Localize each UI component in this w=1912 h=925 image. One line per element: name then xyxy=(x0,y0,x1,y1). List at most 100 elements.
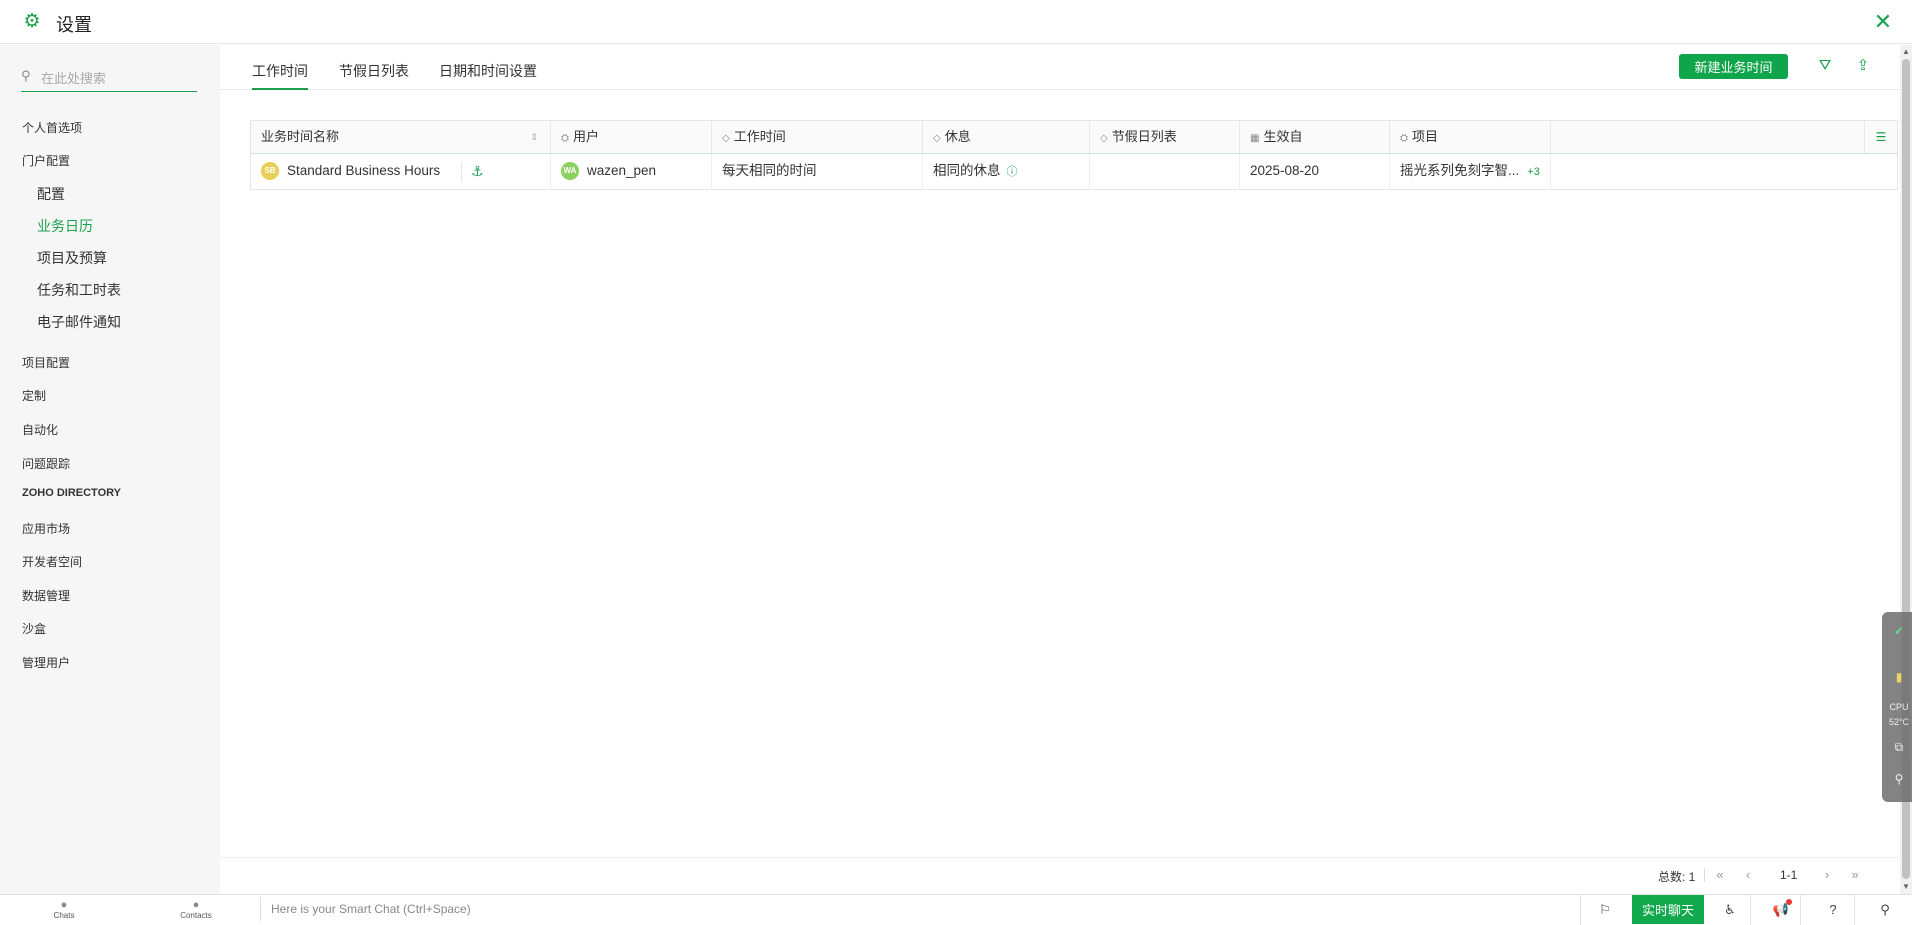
column-header-work-time[interactable]: ◇ 工作时间 xyxy=(712,121,923,153)
smart-chat-input[interactable] xyxy=(260,897,1580,921)
screenshot-icon[interactable]: ⧉ xyxy=(1888,740,1910,755)
search-icon[interactable]: ⚲ xyxy=(1888,772,1910,786)
next-page-icon[interactable]: › xyxy=(1818,866,1836,884)
column-header-holiday[interactable]: ◇ 节假日列表 xyxy=(1090,121,1240,153)
cell-project: 摇光系列免刻字智... +3 xyxy=(1390,154,1551,190)
cpu-temp: 52°C xyxy=(1888,717,1910,727)
column-label: 业务时间名称 xyxy=(261,129,340,144)
sidebar-item-configuration[interactable]: 配置 xyxy=(37,184,65,204)
business-hours-name[interactable]: Standard Business Hours xyxy=(287,163,440,178)
total-count: 总数: 1 xyxy=(1658,870,1696,884)
anchor-icon[interactable]: ⚓ xyxy=(471,154,484,188)
accessibility-icon[interactable]: ♿ xyxy=(1721,901,1739,919)
new-business-hours-button[interactable]: 新建业务时间 xyxy=(1679,54,1788,79)
tab-date-time-settings[interactable]: 日期和时间设置 xyxy=(439,61,537,88)
table-header: 业务时间名称 ⇕ ⛭ 用户 ◇ 工作时间 ◇ 休息 ◇ 节假日列表 ▦ 生效自 ⛭ 项目 ☰ xyxy=(251,121,1897,154)
sidebar-item-project-config[interactable]: 项目配置 xyxy=(22,354,70,371)
battery-icon: ▮ xyxy=(1895,670,1903,684)
tab-holiday-list[interactable]: 节假日列表 xyxy=(339,61,409,88)
sidebar-item-email-notifications[interactable]: 电子邮件通知 xyxy=(37,312,121,332)
sidebar-item-issue-tracker[interactable]: 问题跟踪 xyxy=(22,455,70,472)
column-settings-icon[interactable]: ☰ xyxy=(1864,121,1897,153)
tag-field-icon: ◇ xyxy=(722,133,730,144)
column-header-name[interactable]: 业务时间名称 ⇕ xyxy=(251,121,551,153)
prev-page-icon[interactable]: ‹ xyxy=(1739,866,1757,884)
search-icon: ⚲ xyxy=(21,68,31,83)
sidebar-item-customization[interactable]: 定制 xyxy=(22,387,46,404)
column-label: 工作时间 xyxy=(733,129,786,144)
info-icon[interactable]: ⓘ xyxy=(1007,166,1018,178)
sidebar-item-portal-config[interactable]: 门户配置 xyxy=(22,152,70,169)
project-name[interactable]: 摇光系列免刻字智... xyxy=(1400,163,1519,178)
sidebar-item-business-calendar[interactable]: 业务日历 xyxy=(37,216,93,236)
sidebar-item-sandbox[interactable]: 沙盒 xyxy=(22,620,46,637)
tag-field-icon: ◇ xyxy=(933,133,941,144)
system-monitor-widget[interactable]: ✔ ▮ CPU 52°C ⧉ ⚲ xyxy=(1882,612,1912,802)
sidebar-item-automation[interactable]: 自动化 xyxy=(22,421,58,438)
pagination: 总数: 1 « ‹ 1-1 › » xyxy=(220,857,1912,894)
break-value: 相同的休息 xyxy=(933,163,1001,178)
sidebar-item-zoho-directory[interactable]: ZOHO DIRECTORY xyxy=(22,487,121,499)
contacts-label: Contacts xyxy=(180,911,212,920)
column-header-user[interactable]: ⛭ 用户 xyxy=(551,121,712,153)
page-title: 设置 xyxy=(56,15,92,35)
help-icon[interactable]: ? xyxy=(1824,901,1842,919)
column-header-break[interactable]: ◇ 休息 xyxy=(923,121,1090,153)
search-input[interactable] xyxy=(39,65,198,91)
scroll-up-arrow[interactable]: ▲ xyxy=(1900,46,1912,58)
search-icon[interactable]: ⚲ xyxy=(1876,901,1894,919)
chats-label: Chats xyxy=(53,911,75,920)
dnd-icon[interactable]: ⚐ xyxy=(1596,901,1614,919)
divider xyxy=(461,162,462,182)
column-label: 生效自 xyxy=(1263,129,1303,144)
sidebar-item-tasks-timesheets[interactable]: 任务和工时表 xyxy=(37,280,121,300)
main-content: 工作时间 节假日列表 日期和时间设置 新建业务时间 ⛛ ⇪ 业务时间名称 ⇕ ⛭… xyxy=(220,45,1912,894)
sidebar-item-manage-users[interactable]: 管理用户 xyxy=(22,654,70,671)
announcement-icon[interactable]: 📢 xyxy=(1772,899,1792,919)
tab-work-hours[interactable]: 工作时间 xyxy=(252,61,308,90)
settings-header: ⚙ 设置 ✕ xyxy=(0,0,1912,44)
column-header-project[interactable]: ⛭ 项目 xyxy=(1390,121,1551,153)
business-hours-table: 业务时间名称 ⇕ ⛭ 用户 ◇ 工作时间 ◇ 休息 ◇ 节假日列表 ▦ 生效自 ⛭ 项目 ☰ xyxy=(250,120,1898,190)
avatar: SB xyxy=(261,162,279,181)
tab-bar: 工作时间 节假日列表 日期和时间设置 新建业务时间 ⛛ ⇪ xyxy=(220,45,1912,90)
sidebar-item-developer-space[interactable]: 开发者空间 xyxy=(22,553,82,570)
cell-break: 相同的休息 ⓘ xyxy=(923,154,1090,190)
close-icon[interactable]: ✕ xyxy=(1870,9,1896,35)
column-label: 用户 xyxy=(573,129,600,144)
cell-user: WA wazen_pen xyxy=(551,154,712,190)
live-chat-button[interactable]: 实时聊天 xyxy=(1632,895,1704,924)
divider xyxy=(1854,895,1855,925)
cell-name[interactable]: SB Standard Business Hours ⚓ xyxy=(251,154,551,190)
chats-button[interactable]: ● Chats xyxy=(44,899,84,920)
page-range: 1-1 xyxy=(1780,868,1798,882)
avatar: WA xyxy=(561,162,579,181)
sidebar-item-marketplace[interactable]: 应用市场 xyxy=(22,520,70,537)
scroll-down-arrow[interactable]: ▼ xyxy=(1900,881,1912,893)
work-time-value: 每天相同的时间 xyxy=(722,163,817,178)
sidebar-item-data-admin[interactable]: 数据管理 xyxy=(22,587,70,604)
sidebar-item-personal-preferences[interactable]: 个人首选项 xyxy=(22,119,82,136)
more-projects-badge[interactable]: +3 xyxy=(1527,166,1540,178)
table-row[interactable]: SB Standard Business Hours ⚓ WA wazen_pen … xyxy=(251,154,1897,190)
contacts-icon: ● xyxy=(192,899,200,911)
tag-field-icon: ◇ xyxy=(1100,133,1108,144)
sidebar-search: ⚲ xyxy=(21,65,198,92)
cell-effective: 2025-08-20 xyxy=(1240,154,1390,190)
column-header-effective[interactable]: ▦ 生效自 xyxy=(1240,121,1390,153)
filter-icon[interactable]: ⛛ xyxy=(1814,55,1836,77)
contacts-button[interactable]: ● Contacts xyxy=(176,899,216,920)
cell-holiday xyxy=(1090,154,1240,190)
user-field-icon: ⛭ xyxy=(1400,133,1408,144)
calendar-field-icon: ▦ xyxy=(1250,133,1260,144)
sort-icon[interactable]: ⇕ xyxy=(530,121,538,153)
divider xyxy=(1580,895,1581,925)
user-name: wazen_pen xyxy=(587,163,657,178)
export-icon[interactable]: ⇪ xyxy=(1852,55,1874,77)
gear-icon: ⚙ xyxy=(23,11,41,32)
last-page-icon[interactable]: » xyxy=(1846,866,1864,884)
first-page-icon[interactable]: « xyxy=(1711,866,1729,884)
user-field-icon: ⛭ xyxy=(561,133,569,144)
sidebar-item-projects-budget[interactable]: 项目及预算 xyxy=(37,248,107,268)
column-label: 节假日列表 xyxy=(1111,129,1177,144)
